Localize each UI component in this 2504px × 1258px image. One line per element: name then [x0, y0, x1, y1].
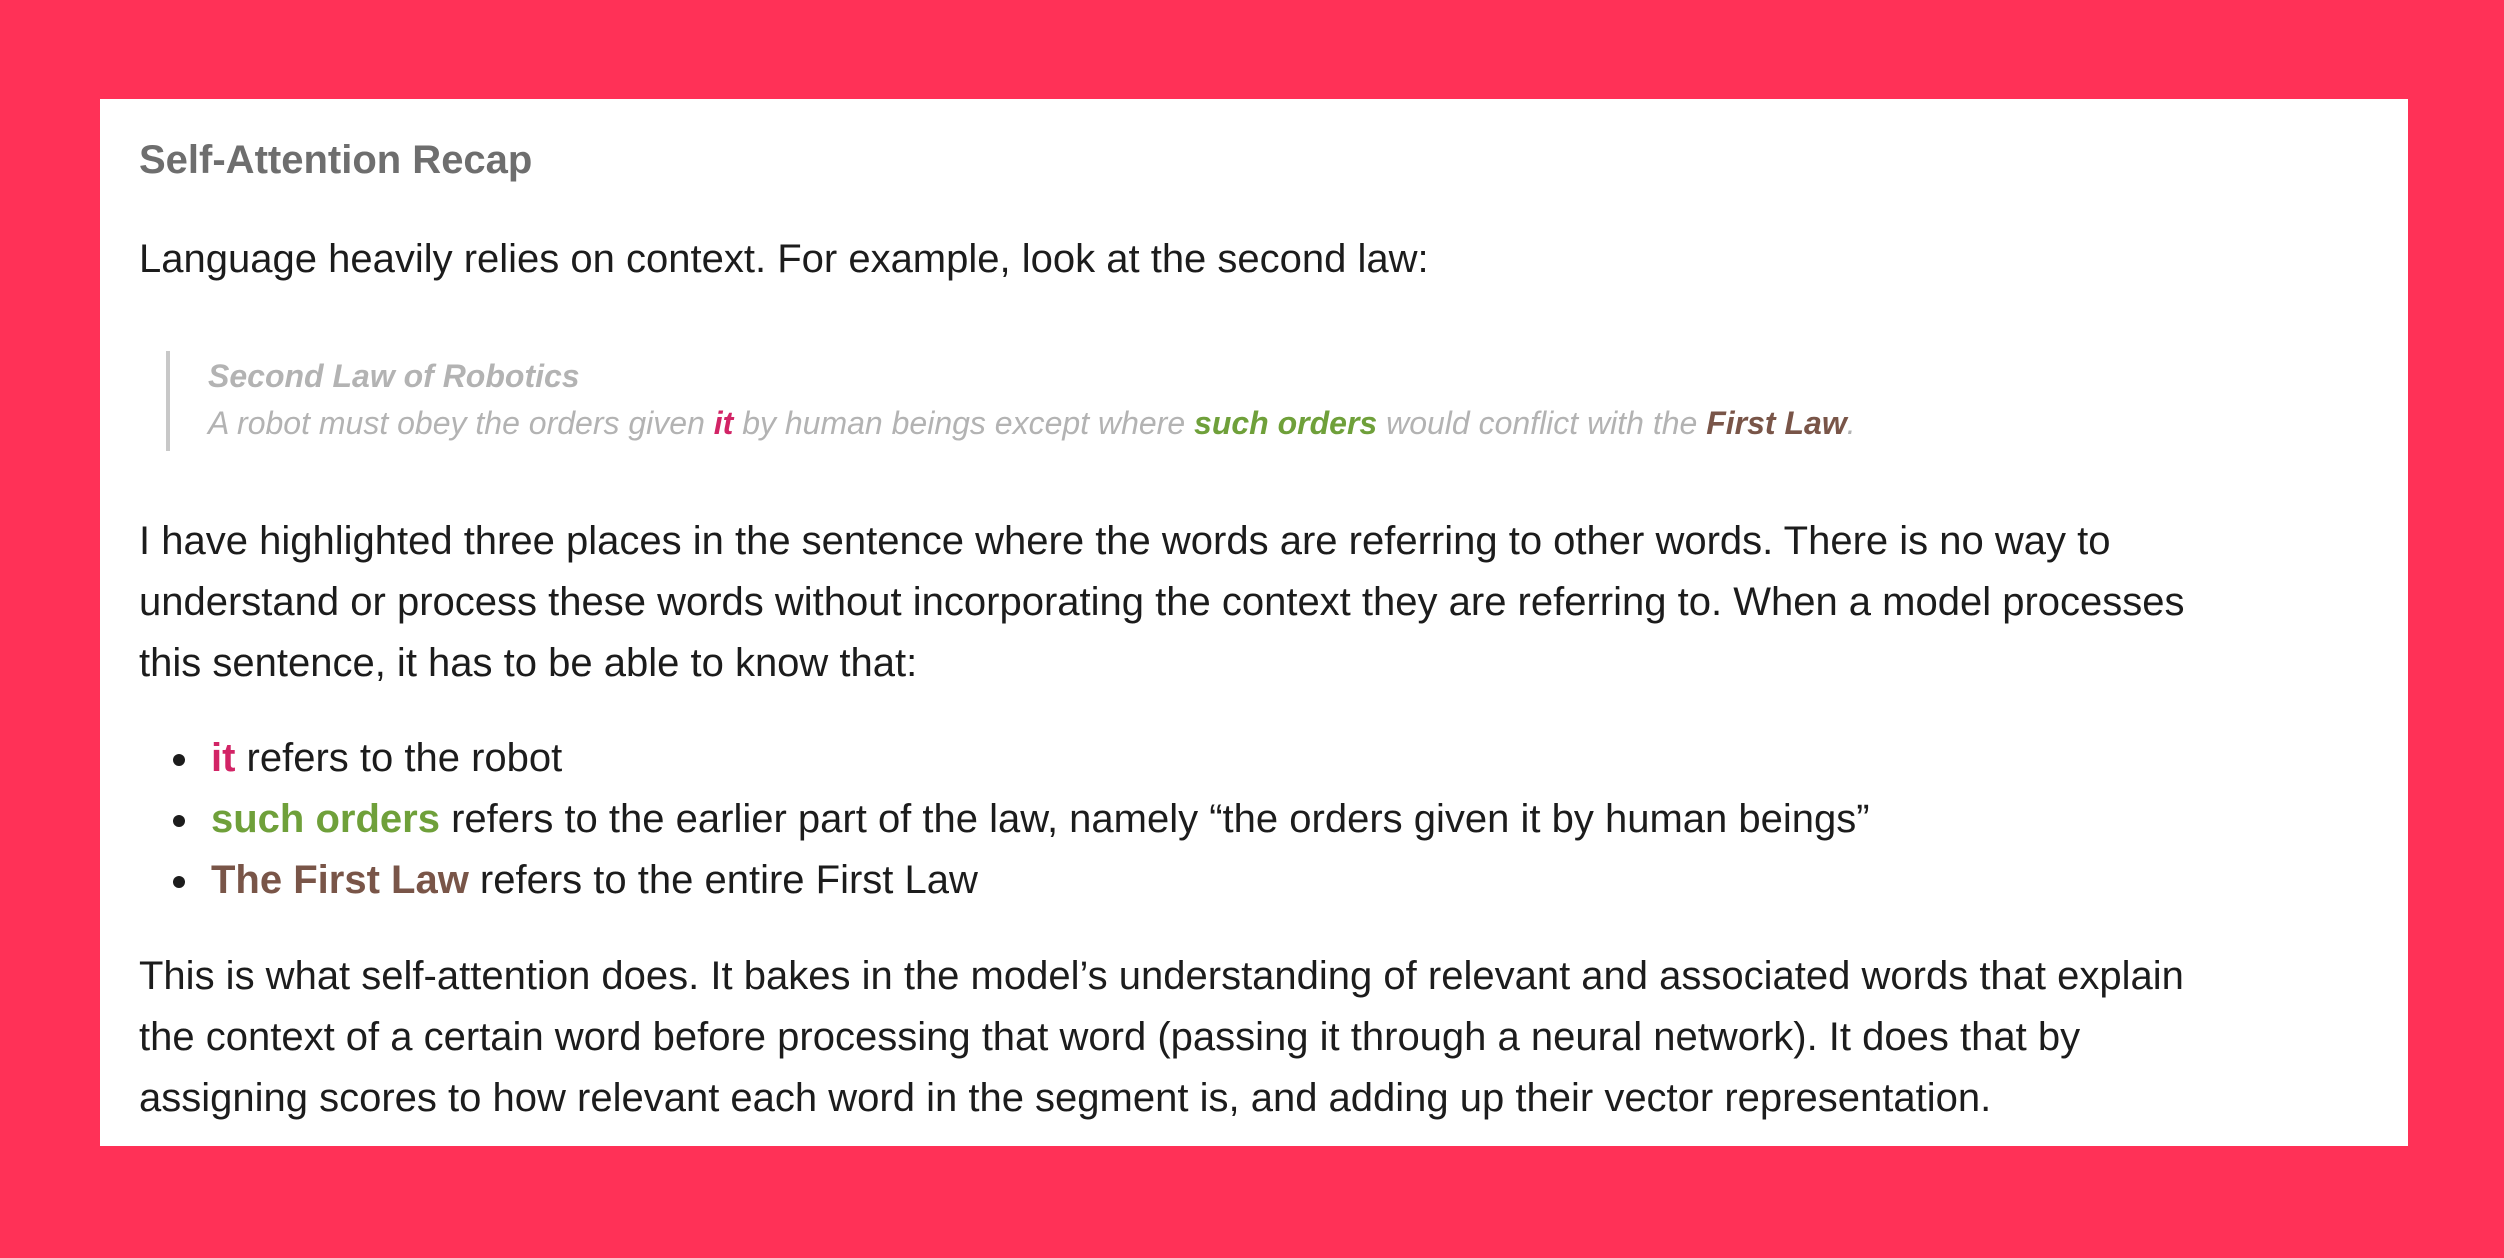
term-it: it [211, 736, 236, 780]
bullet-icon [173, 815, 185, 827]
law-blockquote: Second Law of Robotics A robot must obey… [166, 351, 2316, 451]
paragraph-line: understand or process these words withou… [139, 580, 2185, 624]
quote-text-part: would conflict with the [1377, 405, 1707, 441]
highlight-such-orders: such orders [1194, 405, 1378, 441]
list-item-text: refers to the robot [235, 736, 563, 780]
list-item-text: refers to the earlier part of the law, n… [439, 797, 1870, 841]
reference-list: it refers to the robot such orders refer… [139, 728, 1870, 911]
list-item: The First Law refers to the entire First… [173, 850, 1870, 911]
quote-text-part: by human beings except where [733, 405, 1195, 441]
quote-text: A robot must obey the orders given it by… [208, 404, 1856, 442]
paragraph-line: This is what self-attention does. It bak… [139, 954, 2184, 998]
term-such-orders: such orders [211, 797, 440, 841]
conclusion-paragraph: This is what self-attention does. It bak… [139, 946, 2379, 1129]
paragraph-line: I have highlighted three places in the s… [139, 519, 2111, 563]
section-heading: Self-Attention Recap [139, 138, 533, 182]
quote-text-part: A robot must obey the orders given [208, 405, 714, 441]
list-item: such orders refers to the earlier part o… [173, 789, 1870, 850]
paragraph-line: the context of a certain word before pro… [139, 1015, 2081, 1059]
bullet-icon [173, 876, 185, 888]
list-item-text: refers to the entire First Law [468, 858, 978, 902]
paragraph-line: assigning scores to how relevant each wo… [139, 1076, 1992, 1120]
intro-paragraph: Language heavily relies on context. For … [139, 237, 1429, 281]
quote-title: Second Law of Robotics [208, 358, 580, 394]
explanation-paragraph: I have highlighted three places in the s… [139, 511, 2379, 694]
paragraph-line: this sentence, it has to be able to know… [139, 641, 918, 685]
highlight-first-law: First Law [1706, 405, 1847, 441]
highlight-it: it [713, 405, 734, 441]
article-card: Self-Attention Recap Language heavily re… [100, 99, 2408, 1146]
bullet-icon [173, 754, 185, 766]
list-item: it refers to the robot [173, 728, 1870, 789]
quote-text-part: . [1846, 405, 1856, 441]
term-first-law: The First Law [211, 858, 469, 902]
